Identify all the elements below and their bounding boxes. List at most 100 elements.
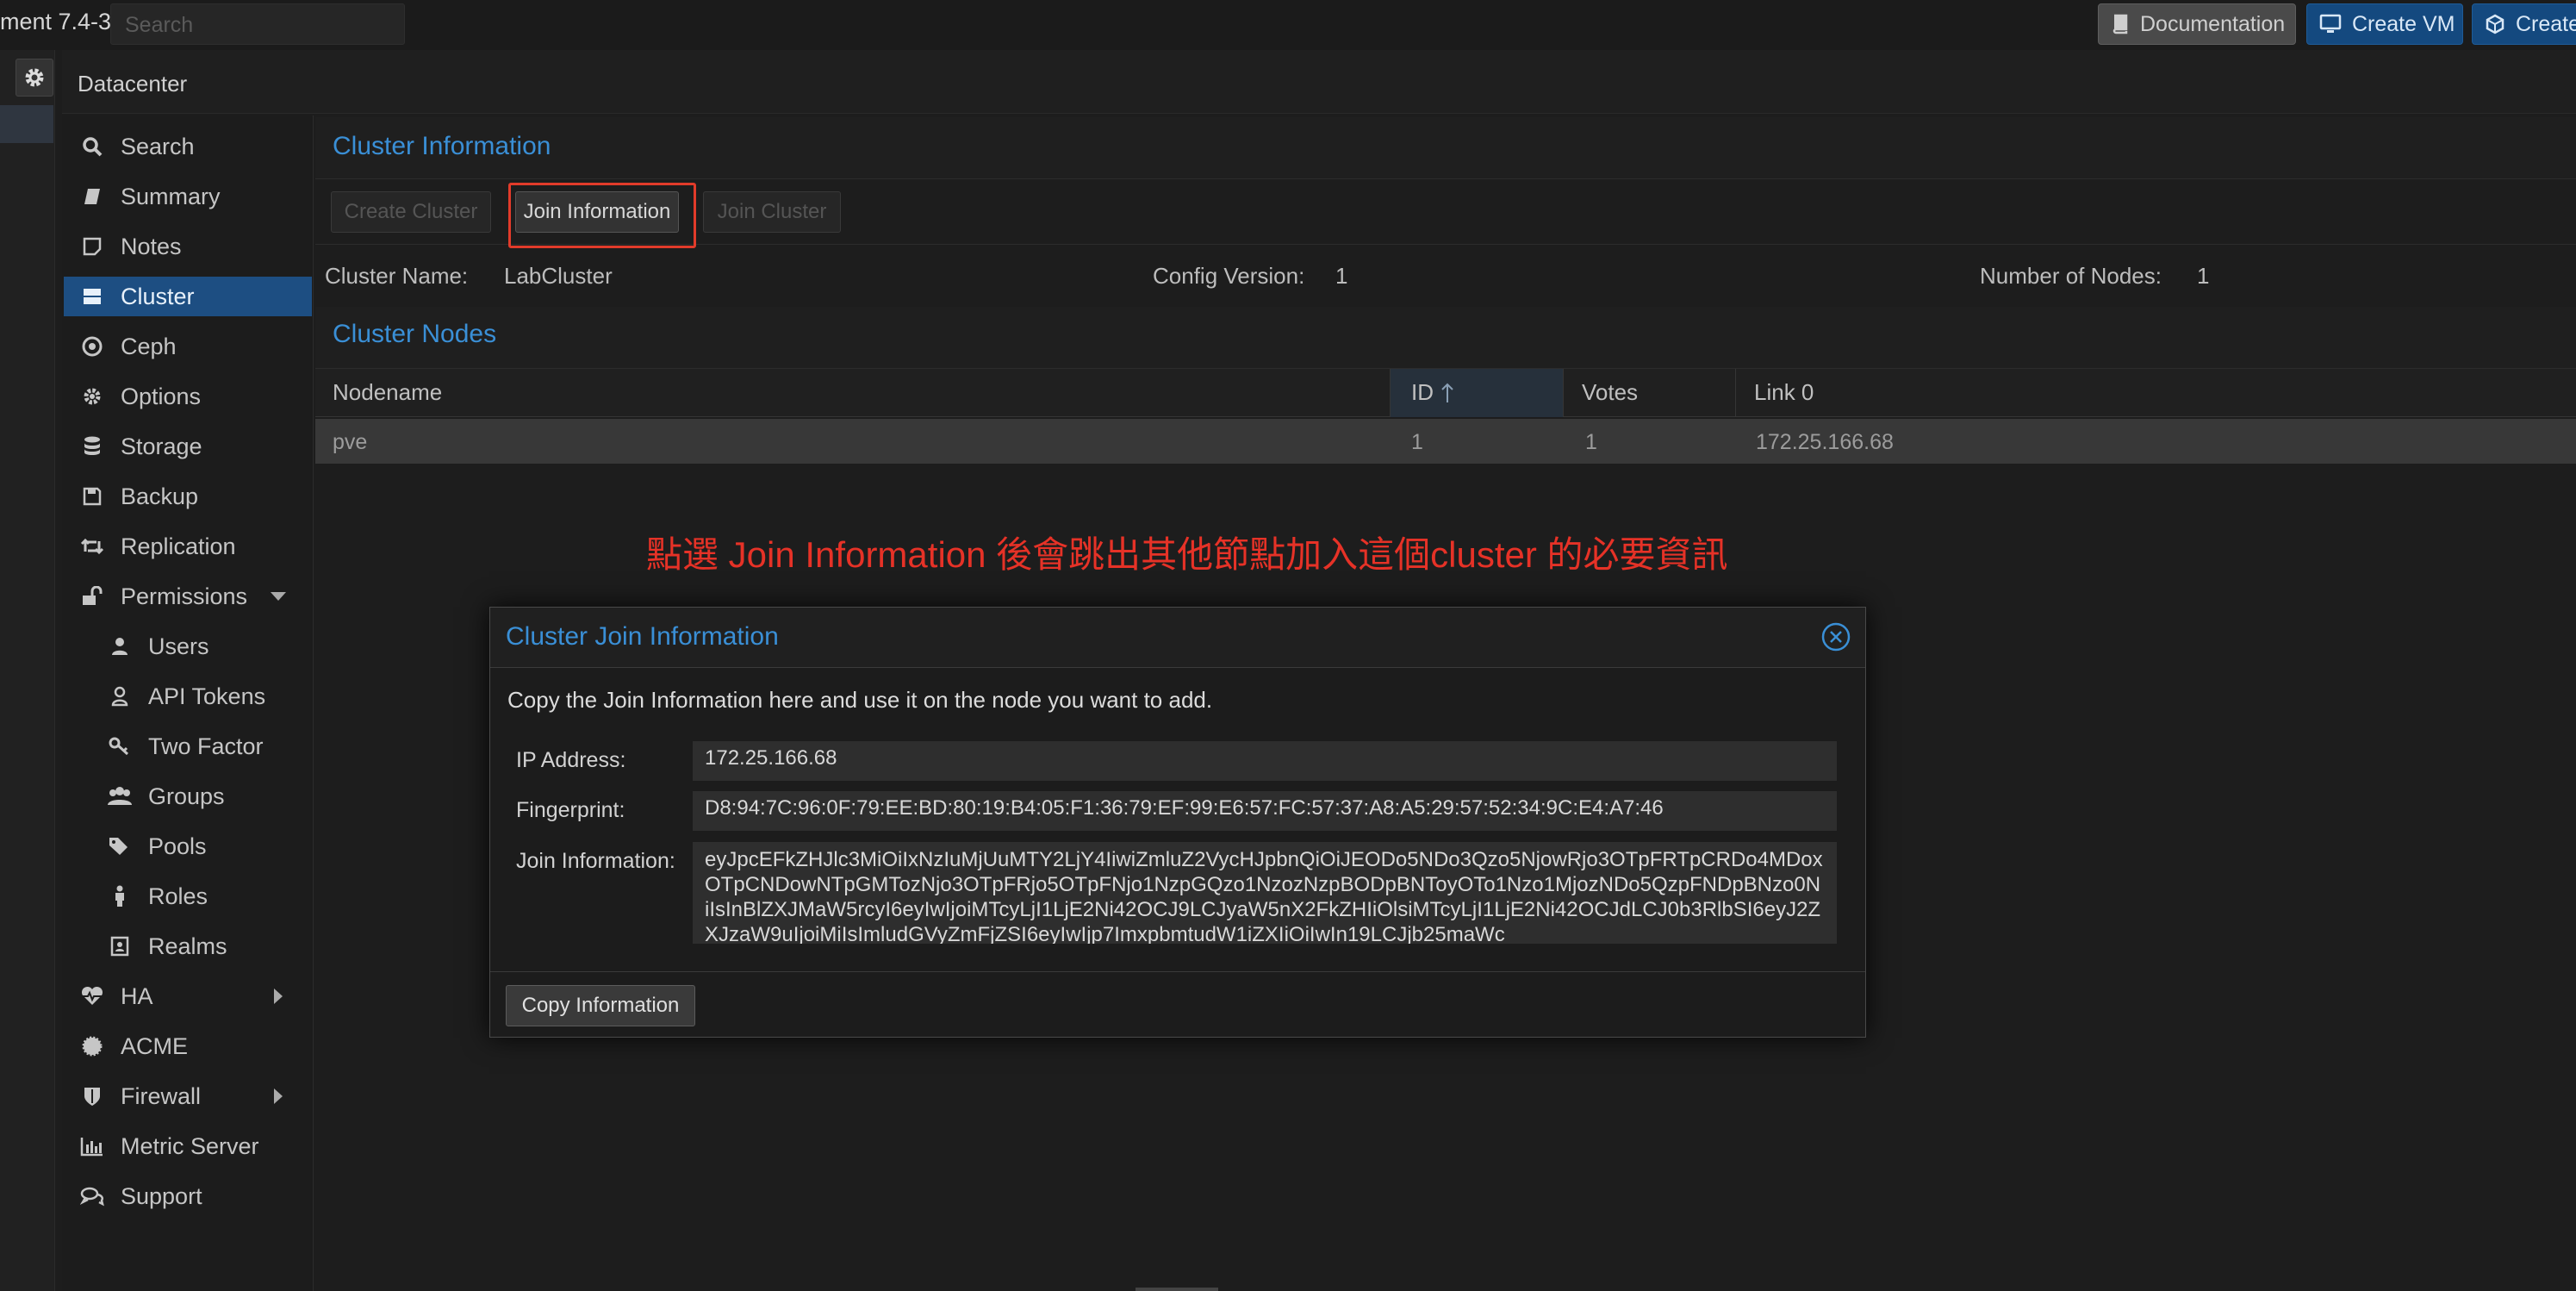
app-title: ment 7.4-3 [0, 9, 112, 34]
resize-handle[interactable] [1136, 1288, 1218, 1291]
column-header-link0[interactable]: Link 0 [1754, 379, 1814, 406]
column-header-votes[interactable]: Votes [1582, 379, 1638, 406]
cluster-name-value: LabCluster [504, 263, 613, 289]
menu-item-label: Notes [121, 233, 182, 259]
menu-item-roles[interactable]: Roles [64, 876, 312, 916]
copy-information-button[interactable]: Copy Information [506, 985, 695, 1026]
menu-item-label: Options [121, 383, 202, 409]
number-of-nodes-value: 1 [2197, 263, 2210, 289]
create-cluster-button[interactable]: Create Cluster [331, 191, 491, 233]
dialog-title: Cluster Join Information [506, 622, 779, 651]
menu-item-api-tokens[interactable]: API Tokens [64, 677, 312, 716]
close-icon[interactable] [1820, 621, 1851, 652]
column-header-nodename[interactable]: Nodename [333, 379, 442, 406]
documentation-button[interactable]: Documentation [2098, 3, 2296, 45]
cell-link0: 172.25.166.68 [1756, 430, 1894, 454]
create-ct-button[interactable]: Create CT [2472, 3, 2576, 45]
menu-item-search[interactable]: Search [64, 127, 312, 166]
column-separator [1735, 369, 1736, 417]
menu-item-firewall[interactable]: Firewall [64, 1076, 312, 1116]
join-information-field[interactable]: eyJpcEFkZHJlc3MiOiIxNzIuMjUuMTY2LjY4Iiwi… [693, 842, 1837, 944]
config-version-label: Config Version: [1153, 263, 1305, 289]
menu-item-label: Users [148, 633, 209, 659]
page-title: Datacenter [78, 71, 188, 97]
bar-chart-icon [79, 1133, 105, 1159]
menu-item-label: Roles [148, 882, 208, 909]
join-information-label: Join Information: [516, 849, 675, 873]
menu-item-label: Replication [121, 533, 236, 559]
cell-id: 1 [1411, 430, 1423, 454]
menu-item-label: Support [121, 1182, 202, 1209]
menu-item-groups[interactable]: Groups [64, 776, 312, 816]
gear-icon [79, 384, 105, 409]
note-icon [79, 234, 105, 259]
menu-item-label: ACME [121, 1032, 189, 1059]
menu-item-label: Cluster [121, 283, 195, 309]
caret-down-icon[interactable] [269, 587, 288, 606]
menu-item-options[interactable]: Options [64, 377, 312, 416]
cell-votes: 1 [1585, 430, 1597, 454]
column-header-label: ID [1411, 379, 1434, 405]
user-outline-icon [107, 683, 133, 709]
server-icon [79, 284, 105, 309]
menu-item-realms[interactable]: Realms [64, 926, 312, 966]
menu-item-label: Pools [148, 833, 207, 859]
cluster-information-panel-header [315, 117, 2576, 179]
fingerprint-label: Fingerprint: [516, 798, 625, 822]
users-icon [107, 783, 133, 809]
menu-item-label: Groups [148, 783, 225, 809]
comments-icon [79, 1183, 105, 1209]
menu-item-ceph[interactable]: Ceph [64, 327, 312, 366]
cube-icon [2485, 14, 2505, 34]
resource-tree-panel [0, 50, 55, 1291]
male-icon [107, 883, 133, 909]
resource-tree-selected-item[interactable] [0, 105, 53, 143]
unlock-icon [79, 583, 105, 609]
menu-item-replication[interactable]: Replication [64, 527, 312, 566]
desktop-icon [2319, 14, 2342, 34]
menu-item-label: Backup [121, 483, 199, 509]
join-cluster-button[interactable]: Join Cluster [703, 191, 841, 233]
menu-item-metric-server[interactable]: Metric Server [64, 1126, 312, 1166]
sort-asc-icon [1440, 382, 1454, 404]
menu-item-backup[interactable]: Backup [64, 477, 312, 516]
gear-icon[interactable] [16, 59, 53, 97]
ip-address-label: IP Address: [516, 748, 626, 772]
search-icon [79, 134, 105, 159]
menu-item-label: Firewall [121, 1082, 202, 1109]
column-separator [1563, 369, 1564, 417]
table-row[interactable] [315, 419, 2576, 464]
menu-item-label: Permissions [121, 583, 248, 609]
menu-item-label: API Tokens [148, 683, 266, 709]
menu-item-label: Metric Server [121, 1132, 259, 1159]
menu-item-summary[interactable]: Summary [64, 177, 312, 216]
menu-item-storage[interactable]: Storage [64, 427, 312, 466]
menu-item-acme[interactable]: ACME [64, 1026, 312, 1066]
menu-item-label: Ceph [121, 333, 177, 359]
menu-item-ha[interactable]: HA [64, 976, 312, 1016]
cluster-information-title: Cluster Information [333, 132, 551, 160]
menu-item-label: Two Factor [148, 733, 264, 759]
menu-item-cluster[interactable]: Cluster [64, 277, 312, 316]
create-vm-button[interactable]: Create VM [2306, 3, 2463, 45]
menu-item-notes[interactable]: Notes [64, 227, 312, 266]
search-input[interactable]: Search [110, 3, 405, 45]
menu-item-pools[interactable]: Pools [64, 826, 312, 866]
menu-item-users[interactable]: Users [64, 627, 312, 666]
column-separator [1390, 369, 1391, 417]
database-icon [79, 433, 105, 459]
tags-icon [107, 833, 133, 859]
column-header-id[interactable]: ID [1411, 379, 1454, 406]
cluster-nodes-title: Cluster Nodes [333, 320, 497, 348]
menu-item-permissions[interactable]: Permissions [64, 577, 312, 616]
caret-right-icon[interactable] [269, 1087, 288, 1106]
address-book-icon [107, 933, 133, 959]
menu-item-support[interactable]: Support [64, 1176, 312, 1216]
menu-item-two-factor[interactable]: Two Factor [64, 727, 312, 766]
ip-address-field[interactable]: 172.25.166.68 [693, 741, 1837, 781]
user-icon [107, 633, 133, 659]
fingerprint-field[interactable]: D8:94:7C:96:0F:79:EE:BD:80:19:B4:05:F1:3… [693, 791, 1837, 831]
documentation-label: Documentation [2140, 11, 2286, 36]
caret-right-icon[interactable] [269, 987, 288, 1006]
config-version-value: 1 [1335, 263, 1348, 289]
